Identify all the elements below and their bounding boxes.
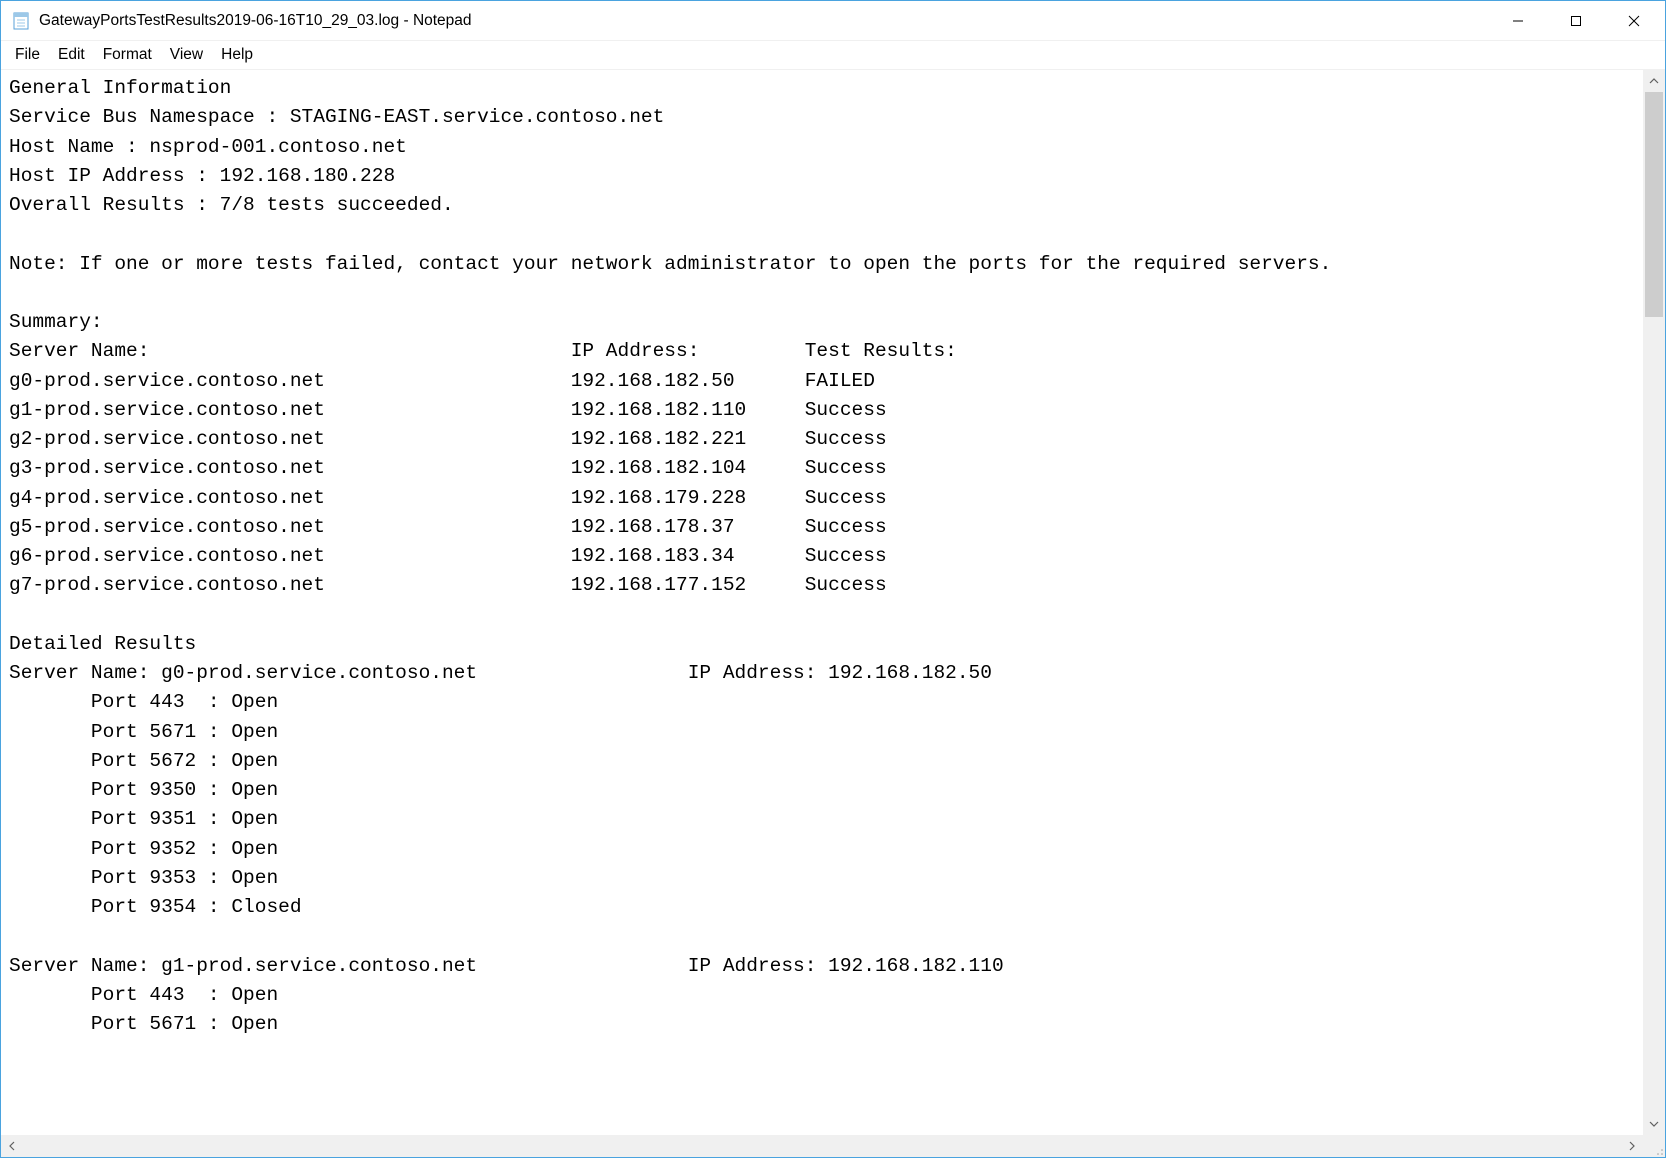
scroll-track[interactable] xyxy=(1643,92,1665,1113)
maximize-button[interactable] xyxy=(1547,1,1605,40)
horizontal-scrollbar[interactable] xyxy=(1,1135,1665,1157)
titlebar[interactable]: GatewayPortsTestResults2019-06-16T10_29_… xyxy=(1,1,1665,41)
close-button[interactable] xyxy=(1605,1,1663,40)
hscroll-track[interactable] xyxy=(23,1135,1621,1157)
scroll-down-icon[interactable] xyxy=(1643,1113,1665,1135)
scroll-right-icon[interactable] xyxy=(1621,1135,1643,1157)
menu-help[interactable]: Help xyxy=(213,44,261,66)
resize-grip[interactable] xyxy=(1643,1135,1665,1157)
menubar: File Edit Format View Help xyxy=(1,41,1665,69)
scroll-up-icon[interactable] xyxy=(1643,70,1665,92)
text-area[interactable]: General Information Service Bus Namespac… xyxy=(1,70,1643,1135)
scroll-left-icon[interactable] xyxy=(1,1135,23,1157)
window-title: GatewayPortsTestResults2019-06-16T10_29_… xyxy=(39,12,472,30)
menu-edit[interactable]: Edit xyxy=(50,44,93,66)
menu-file[interactable]: File xyxy=(7,44,48,66)
menu-view[interactable]: View xyxy=(162,44,211,66)
minimize-button[interactable] xyxy=(1489,1,1547,40)
vertical-scrollbar[interactable] xyxy=(1643,70,1665,1135)
scroll-thumb[interactable] xyxy=(1645,92,1663,317)
notepad-icon xyxy=(11,11,31,31)
menu-format[interactable]: Format xyxy=(95,44,160,66)
